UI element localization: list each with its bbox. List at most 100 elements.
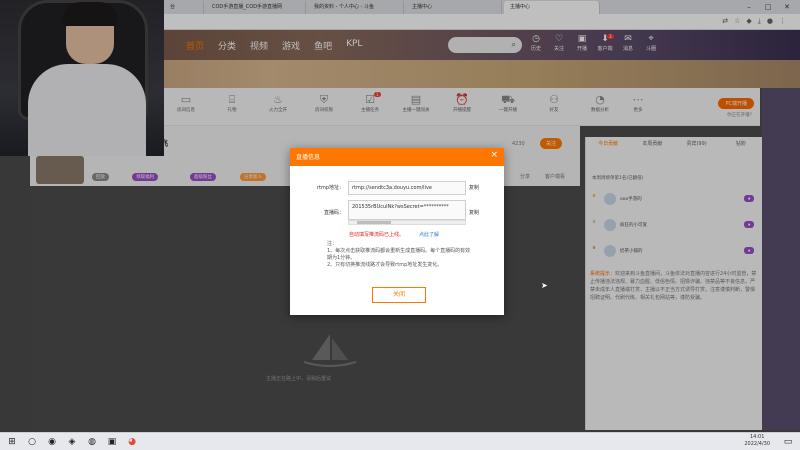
- avatar: [604, 219, 616, 231]
- location-icon: ⌖: [648, 34, 654, 44]
- browser-tab[interactable]: COD手游直播_COD手游直播网: [206, 1, 306, 14]
- more-icon: ⋯: [632, 93, 644, 106]
- profile-icon[interactable]: ●: [767, 17, 773, 26]
- tool-friends[interactable]: ⚇ 好友: [536, 92, 572, 113]
- nav-category[interactable]: 分类: [218, 39, 236, 52]
- search-input[interactable]: ⌕: [448, 37, 522, 53]
- search-icon[interactable]: ⌕: [512, 40, 516, 50]
- copy-key-button[interactable]: 复制: [469, 209, 479, 216]
- side-promo-strip[interactable]: [762, 88, 800, 430]
- close-window-button[interactable]: ✕: [778, 0, 796, 14]
- follow-button[interactable]: 关注: [540, 138, 563, 149]
- tool-quick-live[interactable]: ⛟ 一键开播: [490, 92, 526, 113]
- crown-gold-icon: ♛: [592, 194, 597, 199]
- tool-permission[interactable]: ⛨ 房间权限: [306, 92, 342, 113]
- scrollbar-thumb[interactable]: [357, 221, 391, 224]
- level-badge: ♦: [744, 195, 754, 202]
- modal-header: 直播信息 ×: [290, 148, 504, 166]
- tool-gift[interactable]: ⌸ 礼物: [214, 92, 250, 113]
- nav-video[interactable]: 视频: [250, 39, 268, 52]
- modal-title: 直播信息: [296, 154, 321, 161]
- tool-room-info[interactable]: ▭ 房间信息: [168, 92, 204, 113]
- browser-tab[interactable]: 我的资料 - 个人中心 - 斗鱼: [308, 1, 404, 14]
- extensions-icon[interactable]: ◆: [746, 17, 751, 26]
- nav-yuba[interactable]: 鱼吧: [314, 39, 332, 52]
- shield-icon: ⛨: [319, 93, 329, 106]
- mouse-cursor-icon: ➤: [541, 281, 548, 290]
- offline-text: 主播正在路上中，请稍后重试: [266, 376, 332, 382]
- room-avatar[interactable]: [36, 156, 84, 184]
- crown-silver-icon: ♛: [592, 220, 597, 225]
- tab-vip[interactable]: 贵宾(99): [675, 137, 719, 151]
- client-button[interactable]: ⬇ 客户端 3: [597, 34, 614, 52]
- list-item[interactable]: ♛ 奶茶小铺的 ♦: [590, 243, 760, 261]
- chrome-icon[interactable]: ◕: [126, 436, 138, 448]
- share-link[interactable]: 分享: [520, 173, 530, 180]
- browser-tab-active[interactable]: 主播中心: [504, 1, 600, 14]
- stream-key-scrollbar[interactable]: [348, 220, 466, 225]
- app-icon[interactable]: ▣: [106, 436, 118, 448]
- gauge-icon: ◔: [595, 93, 605, 106]
- browser-tab[interactable]: 主播中心: [406, 1, 502, 14]
- close-icon[interactable]: ×: [490, 150, 498, 160]
- learn-more-link[interactable]: 点此了解: [419, 231, 439, 238]
- app-icon[interactable]: ◈: [66, 436, 78, 448]
- stream-key-field[interactable]: 201535rBUcuINk?wsSecret=**********: [348, 200, 466, 220]
- camera-icon: ▣: [577, 34, 587, 44]
- tool-more[interactable]: ⋯ 更多: [620, 92, 656, 113]
- windows-start-icon[interactable]: ⊞: [6, 436, 18, 448]
- client-watch-link[interactable]: 客户端看: [545, 173, 565, 180]
- nav-kpl[interactable]: KPL: [346, 39, 362, 52]
- maximize-button[interactable]: □: [759, 0, 777, 14]
- tool-reminder[interactable]: ⏰ 开播提醒: [444, 92, 480, 113]
- tool-analytics[interactable]: ◔ 数据分析: [582, 92, 618, 113]
- weekly-rank-link[interactable]: 本周周榜单第1名(已翻倍): [592, 175, 643, 181]
- nav-games[interactable]: 游戏: [282, 39, 300, 52]
- system-clock[interactable]: 14:01 2022/4/30: [744, 434, 770, 448]
- notification-icon[interactable]: ▭: [782, 436, 794, 448]
- list-item[interactable]: ♛ ooo手游的 ♦: [590, 191, 760, 209]
- level-badge: ♦: [744, 247, 754, 254]
- nav-home[interactable]: 首页: [186, 39, 204, 52]
- app-icon[interactable]: ◍: [86, 436, 98, 448]
- list-item[interactable]: ♛ 疯狂的小可爱 ♦: [590, 217, 760, 235]
- tab-today[interactable]: 今日贡献: [586, 137, 630, 151]
- browser-tab[interactable]: 台: [164, 1, 204, 14]
- info-icon: ▭: [180, 93, 192, 106]
- header-icons: ◷ 历史 ♡ 关注 ▣ 开播 ⬇ 客户端 3 ✉ 消息 ⌖ 斗圈: [528, 34, 659, 52]
- car-icon: ⛟: [501, 93, 515, 106]
- go-live-button[interactable]: ▣ 开播: [574, 34, 590, 52]
- translate-icon[interactable]: ⇄: [722, 17, 728, 26]
- follow-list-button[interactable]: ♡ 关注: [551, 34, 567, 52]
- circle-button[interactable]: ⌖ 斗圈: [643, 34, 659, 52]
- download-icon[interactable]: ⤓: [758, 17, 761, 26]
- history-button[interactable]: ◷ 历史: [528, 34, 544, 52]
- tool-challenge[interactable]: ▤ 主播一键闯关: [398, 92, 434, 113]
- tag-share[interactable]: 分享新人: [240, 173, 266, 181]
- tab-diamond[interactable]: 钻粉: [719, 137, 763, 151]
- person-hair: [62, 2, 118, 26]
- taskbar: ⊞ ○ ◉ ◈ ◍ ▣ ◕ 14:01 2022/4/30 ▭: [0, 432, 800, 450]
- modal-close-button[interactable]: 关闭: [372, 287, 426, 303]
- tool-fire[interactable]: ♨ 火力全开: [260, 92, 296, 113]
- crown-bronze-icon: ♛: [592, 246, 597, 251]
- tag-super-fan[interactable]: 超级粉丝: [190, 173, 216, 181]
- copy-rtmp-button[interactable]: 复制: [469, 184, 479, 191]
- obs-icon[interactable]: ◉: [46, 436, 58, 448]
- tag-welfare[interactable]: 领取福利: [132, 173, 158, 181]
- pc-live-button[interactable]: PC端开播: [718, 98, 754, 109]
- right-panel: 今日贡献 本周贡献 贵宾(99) 钻粉 本周周榜单第1名(已翻倍) ♛ ooo手游…: [585, 137, 762, 430]
- tab-week[interactable]: 本周贡献: [630, 137, 674, 151]
- minimize-button[interactable]: –: [740, 0, 758, 14]
- bookmark-star-icon[interactable]: ☆: [734, 17, 740, 26]
- alarm-icon: ⏰: [455, 93, 469, 106]
- messages-button[interactable]: ✉ 消息: [620, 34, 636, 52]
- auto-fill-notice: 自动填写推流码已上线。: [349, 232, 405, 238]
- tag-replay[interactable]: 回放: [92, 173, 109, 181]
- modal-note: 注： 1、每次点击获取推流码都会重新生成直播码。每个直播码的有效期为1分钟。 2…: [327, 241, 471, 268]
- tool-tasks[interactable]: ☑ 主播任务 1: [352, 92, 388, 113]
- rtmp-address-field[interactable]: rtmp://sendtc3a.douyu.com/live: [348, 181, 466, 195]
- menu-icon[interactable]: ⋮: [779, 17, 786, 26]
- search-taskbar-icon[interactable]: ○: [26, 436, 38, 448]
- avatar: [604, 193, 616, 205]
